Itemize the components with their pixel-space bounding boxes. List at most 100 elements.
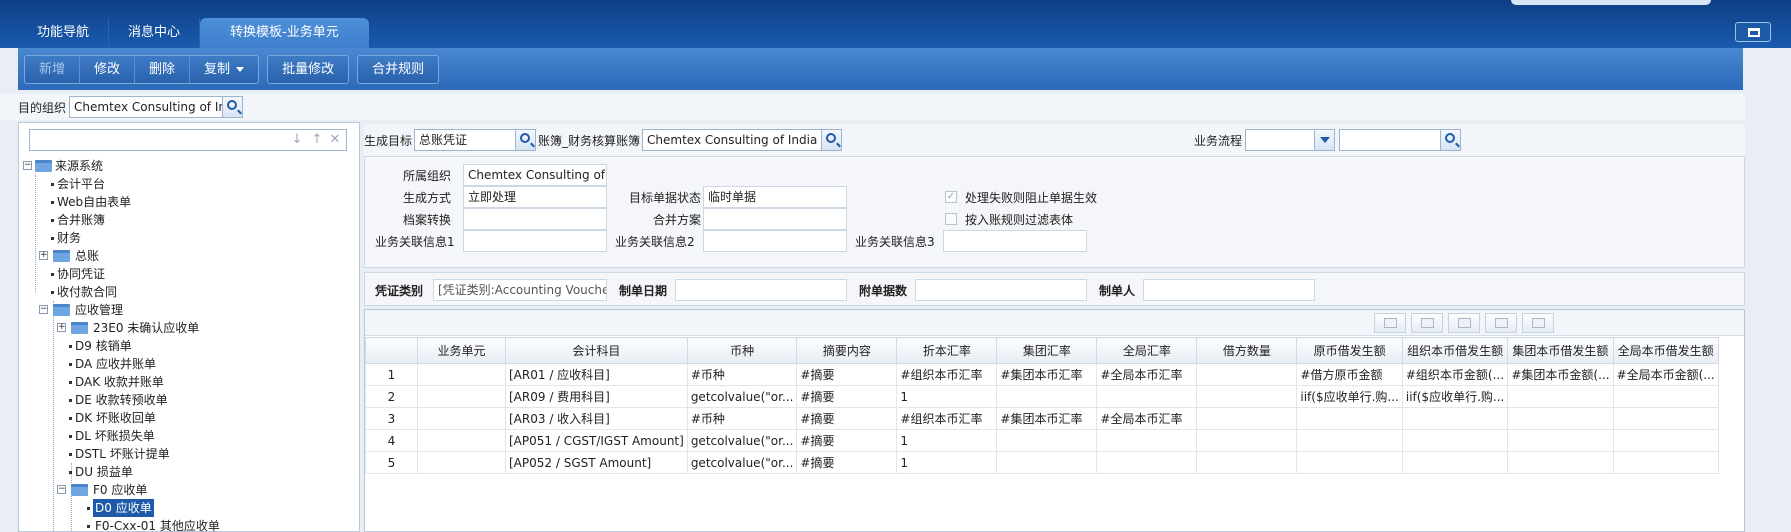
paste-row-button[interactable] [1522,313,1554,333]
col-header[interactable]: 业务单元 [417,337,506,364]
collapse-icon[interactable]: − [39,305,48,314]
tab-conversion-template[interactable]: 转换模板-业务单元 [200,18,369,48]
grid-cell[interactable] [1612,451,1719,474]
grid-cell[interactable]: #摘要 [796,385,898,408]
grid-cell[interactable] [1196,407,1298,430]
tree-node-f0[interactable]: − F0 应收单 [23,481,357,499]
grid-cell[interactable]: 1 [896,451,998,474]
grid-cell[interactable]: getcolvalue("or... [686,429,798,452]
grid-cell[interactable] [1296,451,1403,474]
tree-node-finance[interactable]: 财务 [23,229,357,247]
grid-cell[interactable] [1401,407,1509,430]
grid-cell[interactable] [1296,429,1403,452]
grid-cell[interactable]: iif($应收单行.购... [1401,385,1509,408]
col-header[interactable]: 集团汇率 [996,337,1098,364]
rel-info3-field[interactable] [943,230,1087,252]
table-row[interactable]: 4 [AP051 / CGST/IGST Amount] getcolvalue… [365,429,1719,452]
business-flow-search-button[interactable] [1440,130,1461,150]
expand-icon[interactable]: + [57,323,66,332]
tree-node-general-ledger[interactable]: + 总账 [23,247,357,265]
grid-cell[interactable]: #全局本币金额(... [1612,363,1719,386]
grid-cell[interactable]: #摘要 [796,429,898,452]
fail-block-checkbox[interactable]: ✓ [945,191,957,203]
grid-cell[interactable]: #摘要 [796,363,898,386]
merge-plan-field[interactable] [703,208,847,230]
clear-icon[interactable]: ✕ [326,132,344,148]
grid-cell[interactable] [1196,363,1298,386]
arrow-up-icon[interactable]: ↑ [308,132,326,148]
grid-cell[interactable]: #全局本币汇率 [1096,363,1198,386]
voucher-type-field[interactable]: [凭证类别:Accounting Voucher] [433,279,607,301]
grid-cell[interactable] [417,385,506,408]
tree-node-merged-books[interactable]: 合并账簿 [23,211,357,229]
collapse-icon[interactable]: − [57,485,66,494]
grid-cell[interactable] [1507,385,1614,408]
tree-node-du[interactable]: DU 损益单 [23,463,357,481]
col-header[interactable]: 会计科目 [505,337,688,364]
generate-target-field[interactable]: 总账凭证 [414,129,537,151]
rel-info2-field[interactable] [703,230,847,252]
col-header[interactable]: 原币借发生额 [1296,337,1403,364]
grid-cell[interactable] [996,385,1098,408]
grid-cell[interactable] [1612,407,1719,430]
tree-node-source-system[interactable]: − 来源系统 [23,157,357,175]
tree-node-coop-voucher[interactable]: 协同凭证 [23,265,357,283]
expand-icon[interactable]: + [39,251,48,260]
top-search-strip[interactable] [1511,0,1711,5]
archive-convert-field[interactable] [463,208,607,230]
business-flow-select[interactable] [1245,129,1336,151]
grid-cell[interactable]: #摘要 [796,407,898,430]
rel-info1-field[interactable] [463,230,607,252]
grid-cell[interactable] [1612,385,1719,408]
batch-edit-button[interactable]: 批量修改 [268,56,348,83]
grid-cell[interactable] [1612,429,1719,452]
tree-node-dstl[interactable]: DSTL 坏账计提单 [23,445,357,463]
grid-cell[interactable]: #集团本币汇率 [996,363,1098,386]
grid-cell[interactable]: #全局本币汇率 [1096,407,1198,430]
grid-cell[interactable] [1507,451,1614,474]
business-flow-search-field[interactable] [1339,129,1462,151]
gen-mode-field[interactable]: 立即处理 [463,186,607,208]
arrow-down-icon[interactable]: ↓ [288,132,306,148]
grid-cell[interactable] [1196,451,1298,474]
grid-cell[interactable]: #组织本币汇率 [896,407,998,430]
grid-cell[interactable]: #组织本币汇率 [896,363,998,386]
col-header[interactable]: 摘要内容 [796,337,898,364]
tree-node-accounting-platform[interactable]: 会计平台 [23,175,357,193]
business-flow-dropdown-button[interactable] [1314,130,1335,150]
grid-cell[interactable] [1401,451,1509,474]
col-header[interactable]: 折本汇率 [896,337,998,364]
maker-field[interactable] [1143,279,1315,301]
grid-cell[interactable]: getcolvalue("or... [686,451,798,474]
account-book-field[interactable]: Chemtex Consulting of India (P\ [642,129,843,151]
grid-cell[interactable] [1507,407,1614,430]
grid-cell[interactable] [1096,451,1198,474]
target-org-field[interactable]: Chemtex Consulting of India (P\ [69,96,244,118]
delete-button[interactable]: 删除 [135,55,191,83]
delete-row-button[interactable] [1411,313,1443,333]
grid-cell[interactable]: getcolvalue("or... [686,385,798,408]
tree-node-payment-contract[interactable]: 收付款合同 [23,283,357,301]
table-row[interactable]: 2 [AR09 / 费用科目] getcolvalue("or... #摘要 1… [365,385,1719,408]
col-header[interactable]: 全局汇率 [1096,337,1198,364]
grid-cell[interactable]: 1 [896,429,998,452]
tree-node-dk[interactable]: DK 坏账收回单 [23,409,357,427]
grid-cell[interactable] [417,429,506,452]
table-row[interactable]: 1 [AR01 / 应收科目] #币种 #摘要 #组织本币汇率 #集团本币汇率 … [365,363,1719,386]
col-header[interactable]: 全局本币借发生额 [1612,337,1719,364]
maximize-button[interactable] [1735,22,1771,42]
grid-cell[interactable]: #集团本币金额(... [1507,363,1614,386]
tree-node-23e0[interactable]: + 23E0 未确认应收单 [23,319,357,337]
tree-node-de[interactable]: DE 收款转预收单 [23,391,357,409]
grid-cell[interactable] [417,363,506,386]
add-row-button[interactable] [1374,313,1406,333]
grid-cell[interactable] [1096,429,1198,452]
account-book-search-button[interactable] [821,130,842,150]
collapse-icon[interactable]: − [23,161,32,170]
edit-button[interactable]: 修改 [80,55,136,83]
col-header[interactable]: 币种 [686,337,798,364]
attach-count-field[interactable] [915,279,1087,301]
col-header[interactable]: 组织本币借发生额 [1401,337,1509,364]
tree-node-web-form[interactable]: Web自由表单 [23,193,357,211]
copy-row-button[interactable] [1485,313,1517,333]
